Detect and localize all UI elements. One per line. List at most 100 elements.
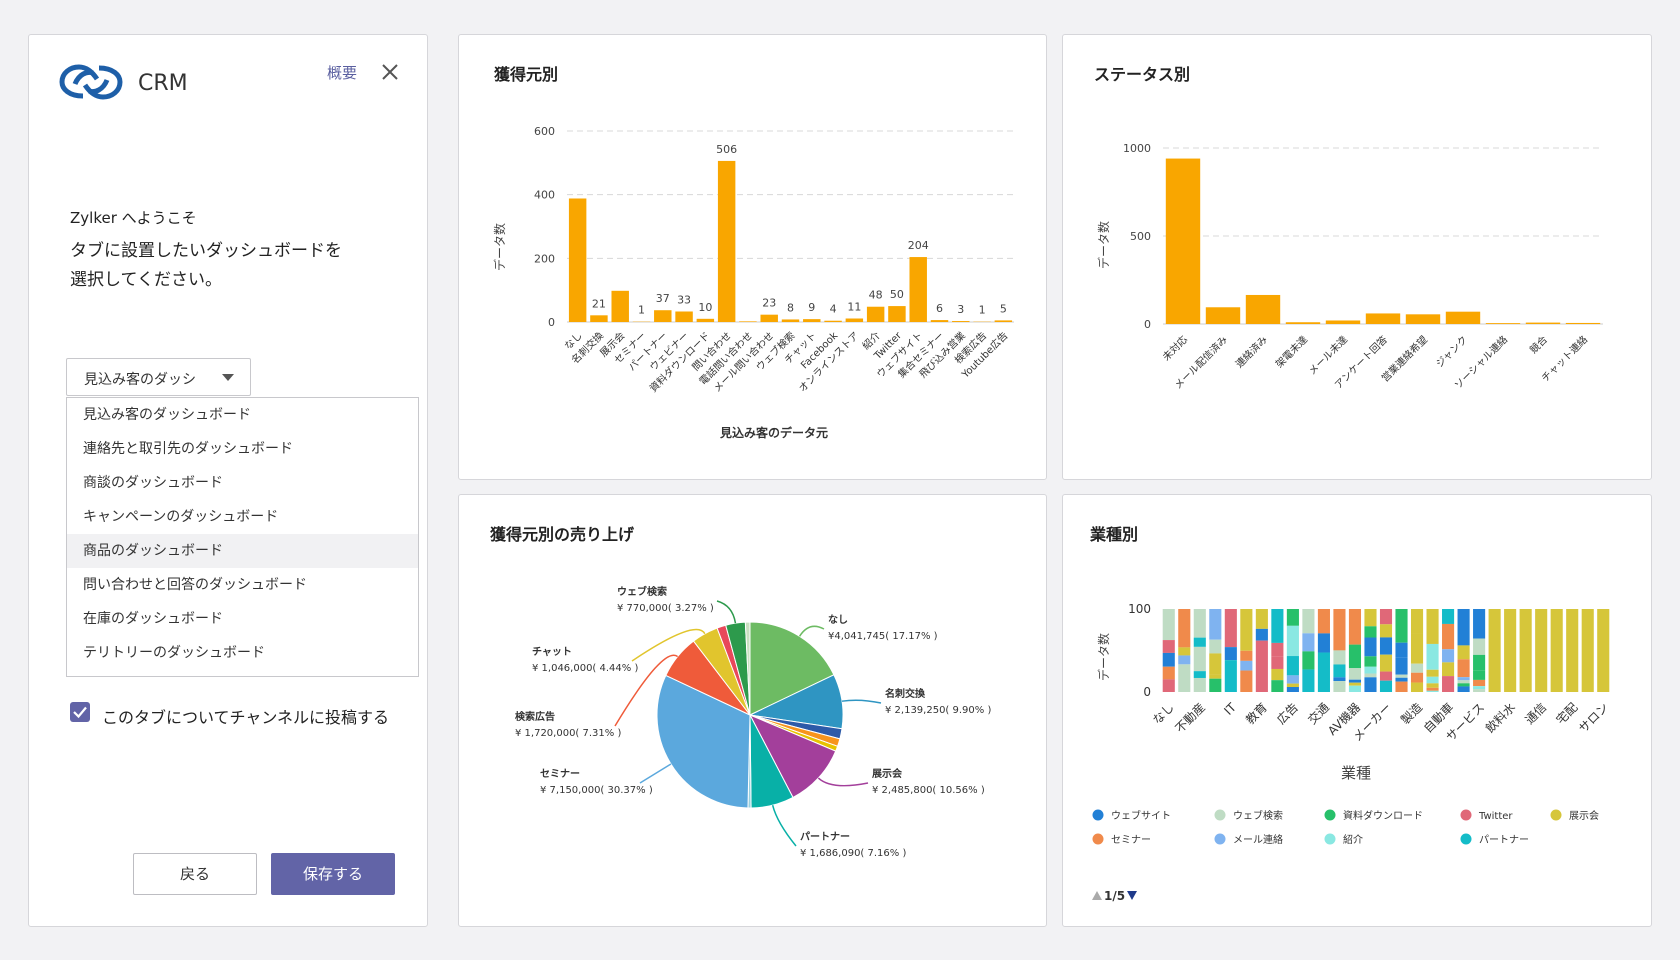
stacked-bar-segment[interactable] [1224, 609, 1237, 648]
legend-item[interactable]: ウェブ検索 [1214, 809, 1284, 822]
pager-up-icon[interactable] [1092, 891, 1102, 900]
dropdown-option-deals[interactable]: 商談のダッシュボード [67, 466, 418, 500]
stacked-bar-segment[interactable] [1442, 662, 1455, 677]
bar[interactable] [952, 321, 970, 322]
stacked-bar-segment[interactable] [1550, 609, 1563, 692]
stacked-bar-segment[interactable] [1426, 609, 1439, 644]
stacked-bar-segment[interactable] [1271, 609, 1284, 643]
stacked-bar-segment[interactable] [1457, 645, 1470, 660]
bar[interactable] [739, 321, 757, 322]
legend-item[interactable]: Twitter [1460, 809, 1514, 823]
stacked-bar-segment[interactable] [1209, 609, 1222, 640]
stacked-bar-segment[interactable] [1178, 664, 1191, 692]
stacked-bar-segment[interactable] [1162, 640, 1175, 653]
stacked-bar-segment[interactable] [1286, 656, 1299, 676]
stacked-bar-segment[interactable] [1473, 609, 1486, 639]
bar[interactable] [760, 314, 778, 322]
dropdown-option-cases[interactable]: 問い合わせと回答のダッシュボード [67, 568, 418, 602]
stacked-bar-segment[interactable] [1178, 647, 1191, 656]
bar[interactable] [590, 315, 608, 322]
stacked-bar-segment[interactable] [1271, 684, 1284, 692]
stacked-bar-segment[interactable] [1193, 677, 1206, 692]
bar[interactable] [1205, 307, 1241, 324]
stacked-bar-segment[interactable] [1286, 675, 1299, 684]
stacked-bar-segment[interactable] [1504, 609, 1517, 692]
stacked-bar-segment[interactable] [1379, 637, 1393, 655]
stacked-bar-segment[interactable] [1379, 671, 1393, 681]
legend-item[interactable]: パートナー [1460, 833, 1530, 847]
stacked-bar-segment[interactable] [1442, 609, 1455, 624]
stacked-bar-segment[interactable] [1302, 609, 1315, 634]
legend-item[interactable]: 紹介 [1324, 833, 1364, 846]
bar[interactable] [866, 306, 885, 322]
stacked-bar-segment[interactable] [1457, 659, 1470, 678]
stacked-bar-segment[interactable] [1364, 637, 1377, 657]
bar[interactable] [909, 257, 927, 322]
save-button[interactable]: 保存する [271, 853, 395, 895]
stacked-bar-segment[interactable] [1519, 609, 1532, 692]
stacked-bar-segment[interactable] [1193, 671, 1206, 678]
stacked-bar-segment[interactable] [1379, 680, 1393, 692]
stacked-bar-segment[interactable] [1457, 680, 1470, 684]
stacked-bar-segment[interactable] [1473, 670, 1486, 680]
stacked-bar-segment[interactable] [1224, 660, 1237, 692]
legend-item[interactable]: メール連絡 [1214, 833, 1284, 846]
stacked-bar-segment[interactable] [1379, 624, 1393, 638]
stacked-bar-segment[interactable] [1395, 677, 1408, 682]
stacked-bar-segment[interactable] [1255, 628, 1268, 641]
stacked-bar-segment[interactable] [1442, 676, 1455, 692]
stacked-bar-segment[interactable] [1240, 650, 1253, 661]
bar[interactable] [717, 160, 736, 322]
stacked-bar-segment[interactable] [1364, 626, 1377, 638]
stacked-bar-segment[interactable] [1333, 677, 1346, 682]
stacked-bar-segment[interactable] [1162, 679, 1175, 692]
dropdown-option-territory[interactable]: テリトリーのダッシュボード [67, 636, 418, 670]
stacked-bar-segment[interactable] [1488, 609, 1501, 692]
stacked-bar-segment[interactable] [1209, 653, 1222, 675]
stacked-bar-segment[interactable] [1426, 643, 1439, 670]
bar[interactable] [611, 290, 629, 322]
stacked-bar-segment[interactable] [1581, 609, 1594, 692]
bar[interactable] [675, 311, 693, 322]
stacked-bar-segment[interactable] [1395, 609, 1408, 643]
stacked-bar-segment[interactable] [1348, 609, 1362, 645]
stacked-bar-segment[interactable] [1162, 666, 1175, 680]
stacked-bar-segment[interactable] [1286, 609, 1299, 626]
bar[interactable] [696, 318, 715, 322]
bar[interactable] [803, 319, 821, 322]
bar[interactable] [1365, 313, 1401, 324]
bar[interactable] [888, 306, 906, 322]
stacked-bar-segment[interactable] [1348, 685, 1362, 692]
stacked-bar-segment[interactable] [1395, 674, 1408, 678]
stacked-bar-segment[interactable] [1178, 609, 1191, 648]
bar[interactable] [1445, 311, 1481, 324]
stacked-bar-segment[interactable] [1379, 609, 1393, 625]
bar[interactable] [1245, 294, 1281, 324]
stacked-bar-segment[interactable] [1426, 687, 1439, 691]
pager-down-icon[interactable] [1127, 891, 1137, 900]
stacked-bar-segment[interactable] [1410, 672, 1424, 683]
stacked-bar-segment[interactable] [1333, 681, 1346, 692]
stacked-bar-segment[interactable] [1457, 683, 1470, 687]
dropdown-option-contacts-accounts[interactable]: 連絡先と取引先のダッシュボード [67, 432, 418, 466]
bar[interactable] [1285, 322, 1321, 324]
stacked-bar-segment[interactable] [1473, 686, 1486, 690]
post-to-channel-checkbox[interactable] [70, 702, 90, 722]
stacked-bar-segment[interactable] [1364, 673, 1377, 678]
stacked-bar-segment[interactable] [1302, 633, 1315, 652]
legend-item[interactable]: 展示会 [1550, 809, 1600, 822]
dropdown-option-campaigns[interactable]: キャンペーンのダッシュボード [67, 500, 418, 534]
stacked-bar-segment[interactable] [1410, 633, 1424, 664]
bar[interactable] [654, 310, 672, 322]
bar[interactable] [824, 320, 842, 322]
stacked-bar-segment[interactable] [1457, 609, 1470, 646]
stacked-bar-segment[interactable] [1426, 669, 1439, 677]
bar[interactable] [994, 320, 1013, 322]
stacked-bar-segment[interactable] [1162, 652, 1175, 667]
stacked-bar-segment[interactable] [1302, 669, 1315, 692]
dropdown-option-inventory[interactable]: 在庫のダッシュボード [67, 602, 418, 636]
stacked-bar-segment[interactable] [1395, 681, 1408, 692]
dropdown-option-leads[interactable]: 見込み客のダッシュボード [67, 398, 418, 432]
stacked-bar-segment[interactable] [1333, 650, 1346, 665]
stacked-bar-segment[interactable] [1178, 655, 1191, 665]
